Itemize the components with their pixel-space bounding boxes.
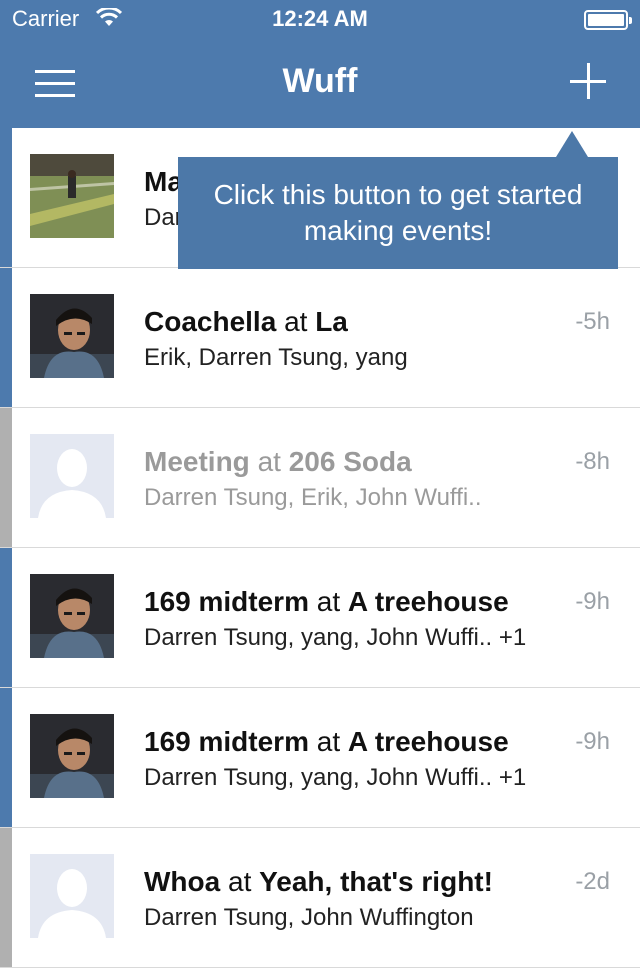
event-row[interactable]: Meeting at 206 Soda Darren Tsung, Erik, J… <box>0 408 640 548</box>
event-place: Yeah, that's right! <box>259 866 493 897</box>
avatar <box>30 434 114 518</box>
tooltip-caret <box>556 131 588 157</box>
event-name: Whoa <box>144 866 221 897</box>
event-status-stripe <box>0 268 12 407</box>
plus-icon-vertical <box>587 63 590 99</box>
event-status-stripe <box>0 828 12 967</box>
battery-icon <box>584 10 632 30</box>
event-name: Meeting <box>144 446 250 477</box>
tooltip-line-2: making events! <box>303 215 493 246</box>
event-connector: at <box>316 726 341 757</box>
event-attendees: Darren Tsung, yang, John Wuffi.. +1 <box>144 764 527 791</box>
event-connector: at <box>316 586 341 617</box>
status-bar: Carrier 12:24 AM <box>0 0 640 40</box>
event-attendees: Darren Tsung, yang, John Wuffi.. +1 <box>144 624 527 651</box>
event-status-stripe <box>0 128 12 267</box>
clock: 12:24 AM <box>272 6 368 31</box>
event-time-ago: -8h <box>575 448 610 475</box>
event-connector: at <box>284 306 308 337</box>
avatar <box>30 294 114 378</box>
event-place: 206 Soda <box>288 446 412 477</box>
event-title: Meeting at 206 Soda <box>144 446 412 478</box>
event-name: 169 midterm <box>144 586 309 617</box>
event-time-ago: -9h <box>575 728 610 755</box>
event-title: Coachella at La <box>144 306 348 338</box>
event-title: 169 midterm at A treehouse <box>144 726 509 758</box>
event-status-stripe <box>0 548 12 687</box>
event-attendees: Darren Tsung, John Wuffington <box>144 904 474 931</box>
event-connector: at <box>228 866 252 897</box>
event-time-ago: -2d <box>575 868 610 895</box>
event-title: Whoa at Yeah, that's right! <box>144 866 493 898</box>
event-attendees: Dar <box>144 204 183 231</box>
event-row[interactable]: 169 midterm at A treehouse Darren Tsung, … <box>0 548 640 688</box>
event-title: 169 midterm at A treehouse <box>144 586 509 618</box>
event-status-stripe <box>0 408 12 547</box>
event-connector: at <box>257 446 281 477</box>
app-title: Wuff <box>282 62 358 100</box>
event-attendees: Erik, Darren Tsung, yang <box>144 344 408 371</box>
event-time-ago: -9h <box>575 588 610 615</box>
event-place: A treehouse <box>347 586 509 617</box>
add-event-button[interactable] <box>570 62 610 102</box>
event-row[interactable]: Whoa at Yeah, that's right! Darren Tsung,… <box>0 828 640 968</box>
avatar <box>30 714 114 798</box>
event-name: Coachella <box>144 306 277 337</box>
event-place: A treehouse <box>347 726 509 757</box>
onboarding-tooltip[interactable]: Click this button to get started making … <box>178 131 618 269</box>
event-status-stripe <box>0 688 12 827</box>
avatar <box>30 574 114 658</box>
event-time-ago: -5h <box>575 308 610 335</box>
navigation-bar: Wuff <box>0 40 640 128</box>
avatar <box>30 854 114 938</box>
event-name: 169 midterm <box>144 726 309 757</box>
tooltip-line-1: Click this button to get started <box>213 179 583 210</box>
avatar <box>30 154 114 238</box>
event-place: La <box>315 306 348 337</box>
event-attendees: Darren Tsung, Erik, John Wuffi.. <box>144 484 482 511</box>
event-row[interactable]: Coachella at La Erik, Darren Tsung, yang -… <box>0 268 640 408</box>
event-row[interactable]: 169 midterm at A treehouse Darren Tsung, … <box>0 688 640 828</box>
